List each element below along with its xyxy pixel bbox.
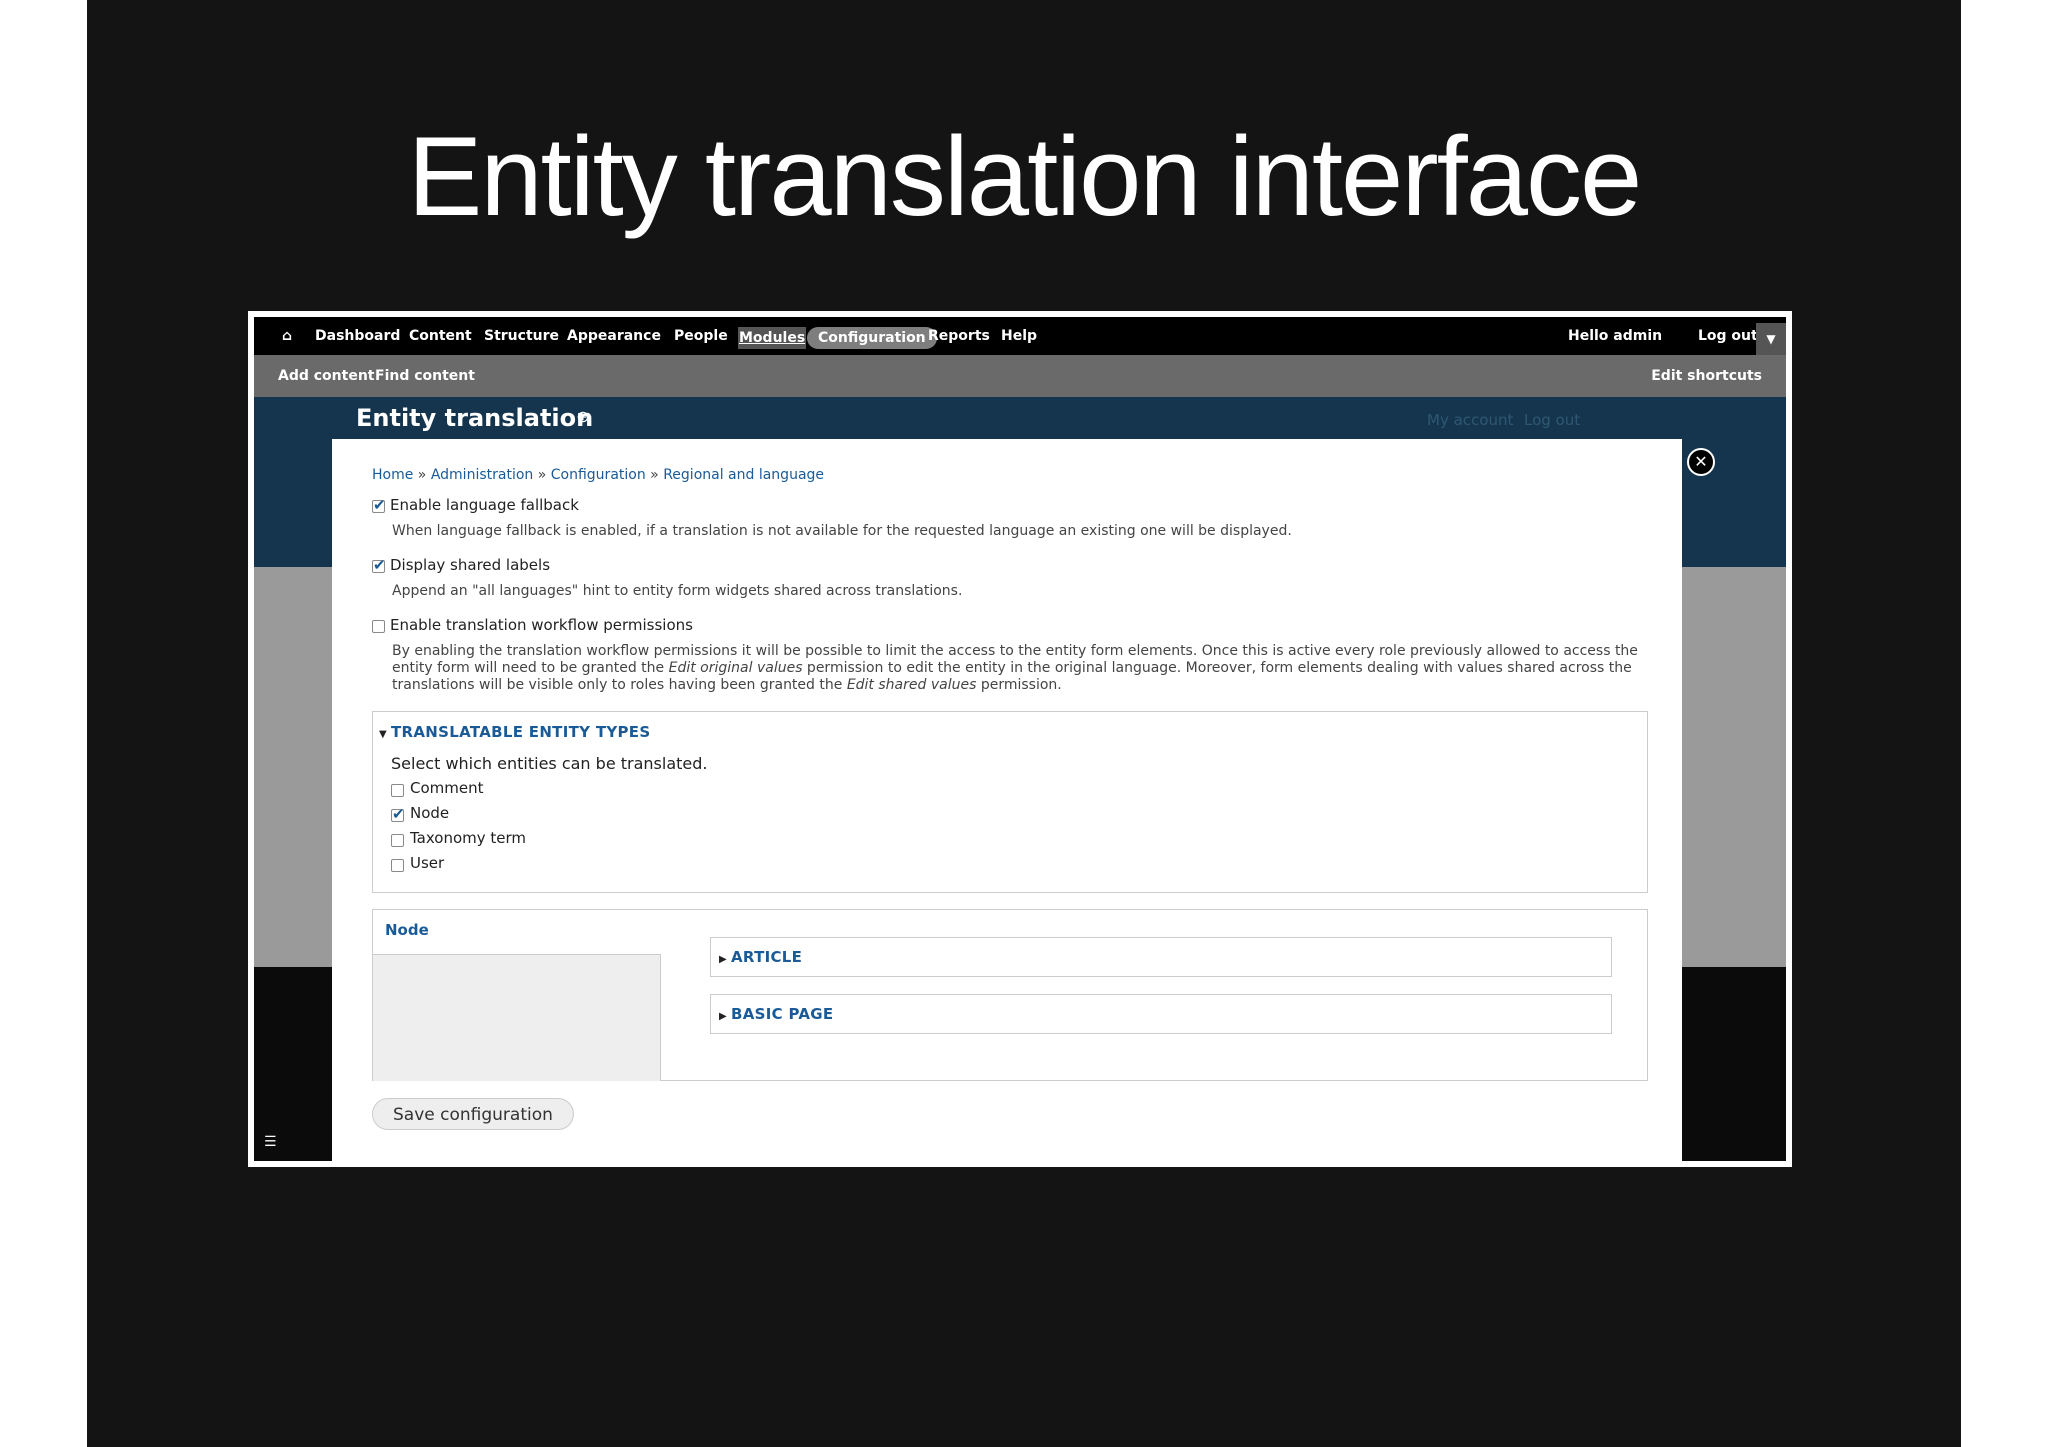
workflow-permissions-checkbox[interactable] xyxy=(372,620,385,633)
chevron-down-icon[interactable]: ▼ xyxy=(1756,323,1786,355)
vertical-tab-node[interactable]: Node xyxy=(385,921,429,939)
breadcrumb-separator: » xyxy=(537,467,547,483)
toolbar-item-appearance[interactable]: Appearance xyxy=(567,317,661,355)
shared-labels-checkbox[interactable] xyxy=(372,556,386,574)
home-icon[interactable]: ⌂ xyxy=(278,317,296,355)
screenshot-frame: ⌂ Dashboard Content Structure Appearance… xyxy=(248,311,1792,1167)
breadcrumb-regional[interactable]: Regional and language xyxy=(663,467,824,483)
entity-comment-label: Comment xyxy=(410,779,484,797)
save-configuration-button[interactable]: Save configuration xyxy=(372,1098,574,1130)
triangle-right-icon: ▶ xyxy=(719,954,727,965)
entity-comment-checkbox[interactable] xyxy=(391,784,404,797)
entity-taxonomy-checkbox[interactable] xyxy=(391,834,404,847)
page-title: Entity translation xyxy=(356,404,594,432)
toolbar-item-help[interactable]: Help xyxy=(1001,317,1037,355)
shared-labels-description: Append an "all languages" hint to entity… xyxy=(392,583,963,599)
edit-shortcuts-link[interactable]: Edit shortcuts xyxy=(1651,355,1762,397)
page-logout-link[interactable]: Log out xyxy=(1524,411,1580,429)
shortcut-find-content[interactable]: Find content xyxy=(375,355,475,397)
shortcut-add-content[interactable]: Add content xyxy=(278,355,374,397)
workflow-permissions-description: By enabling the translation workflow per… xyxy=(392,643,1638,693)
overlay-dialog: Home » Administration » Configuration » … xyxy=(332,439,1682,1161)
close-icon[interactable]: ✕ xyxy=(1687,448,1715,476)
entity-types-help: Select which entities can be translated. xyxy=(391,754,708,773)
toolbar-item-content[interactable]: Content xyxy=(409,317,472,355)
bundle-basic-page-legend[interactable]: ▶ BASIC PAGE xyxy=(719,1005,833,1023)
breadcrumb: Home » Administration » Configuration » … xyxy=(372,467,824,483)
toolbar-item-structure[interactable]: Structure xyxy=(484,317,559,355)
triangle-right-icon: ▶ xyxy=(719,1011,727,1022)
node-bundles-fieldset: Node ▶ ARTICLE ▶ BASIC PAGE xyxy=(372,909,1648,1081)
toolbar-item-modules[interactable]: Modules xyxy=(738,327,807,349)
bundle-article-fieldset: ▶ ARTICLE xyxy=(710,937,1612,977)
entity-types-fieldset: ▼ TRANSLATABLE ENTITY TYPES Select which … xyxy=(372,711,1648,893)
entity-user-label: User xyxy=(410,854,445,872)
language-fallback-description: When language fallback is enabled, if a … xyxy=(392,523,1292,539)
my-account-link[interactable]: My account xyxy=(1427,411,1513,429)
admin-toolbar: ⌂ Dashboard Content Structure Appearance… xyxy=(254,317,1786,355)
breadcrumb-home[interactable]: Home xyxy=(372,467,413,483)
bundle-basic-page-fieldset: ▶ BASIC PAGE xyxy=(710,994,1612,1034)
entity-types-legend[interactable]: ▼ TRANSLATABLE ENTITY TYPES xyxy=(379,723,650,741)
breadcrumb-separator: » xyxy=(650,467,659,483)
add-shortcut-icon[interactable]: ⊕ xyxy=(575,409,591,425)
workflow-permissions-label: Enable translation workflow permissions xyxy=(390,616,693,634)
bundle-article-legend[interactable]: ▶ ARTICLE xyxy=(719,948,802,966)
breadcrumb-separator: » xyxy=(417,467,427,483)
slide: Entity translation interface ⌂ Dashboard… xyxy=(87,0,1961,1447)
shared-labels-label: Display shared labels xyxy=(390,556,551,574)
language-fallback-checkbox[interactable] xyxy=(372,496,386,514)
vertical-tabs-nav xyxy=(373,954,661,1081)
breadcrumb-administration[interactable]: Administration xyxy=(431,467,533,483)
entity-user-checkbox[interactable] xyxy=(391,859,404,872)
language-fallback-label: Enable language fallback xyxy=(390,496,579,514)
toolbar-logout[interactable]: Log out xyxy=(1698,317,1758,355)
toolbar-item-configuration[interactable]: Configuration xyxy=(807,327,937,349)
slide-title: Entity translation interface xyxy=(407,114,1643,239)
entity-node-label: Node xyxy=(410,804,450,822)
shortcuts-bar: Add content Find content Edit shortcuts xyxy=(254,355,1786,397)
entity-node-checkbox[interactable] xyxy=(391,805,405,823)
toolbar-item-people[interactable]: People xyxy=(674,317,728,355)
entity-taxonomy-label: Taxonomy term xyxy=(410,829,527,847)
breadcrumb-configuration[interactable]: Configuration xyxy=(551,467,646,483)
menu-icon[interactable]: ☰ xyxy=(264,1135,277,1149)
triangle-down-icon: ▼ xyxy=(379,729,387,740)
toolbar-item-dashboard[interactable]: Dashboard xyxy=(315,317,400,355)
toolbar-item-reports[interactable]: Reports xyxy=(928,317,990,355)
toolbar-hello-user[interactable]: Hello admin xyxy=(1568,317,1662,355)
drupal-screenshot: ⌂ Dashboard Content Structure Appearance… xyxy=(254,317,1786,1161)
